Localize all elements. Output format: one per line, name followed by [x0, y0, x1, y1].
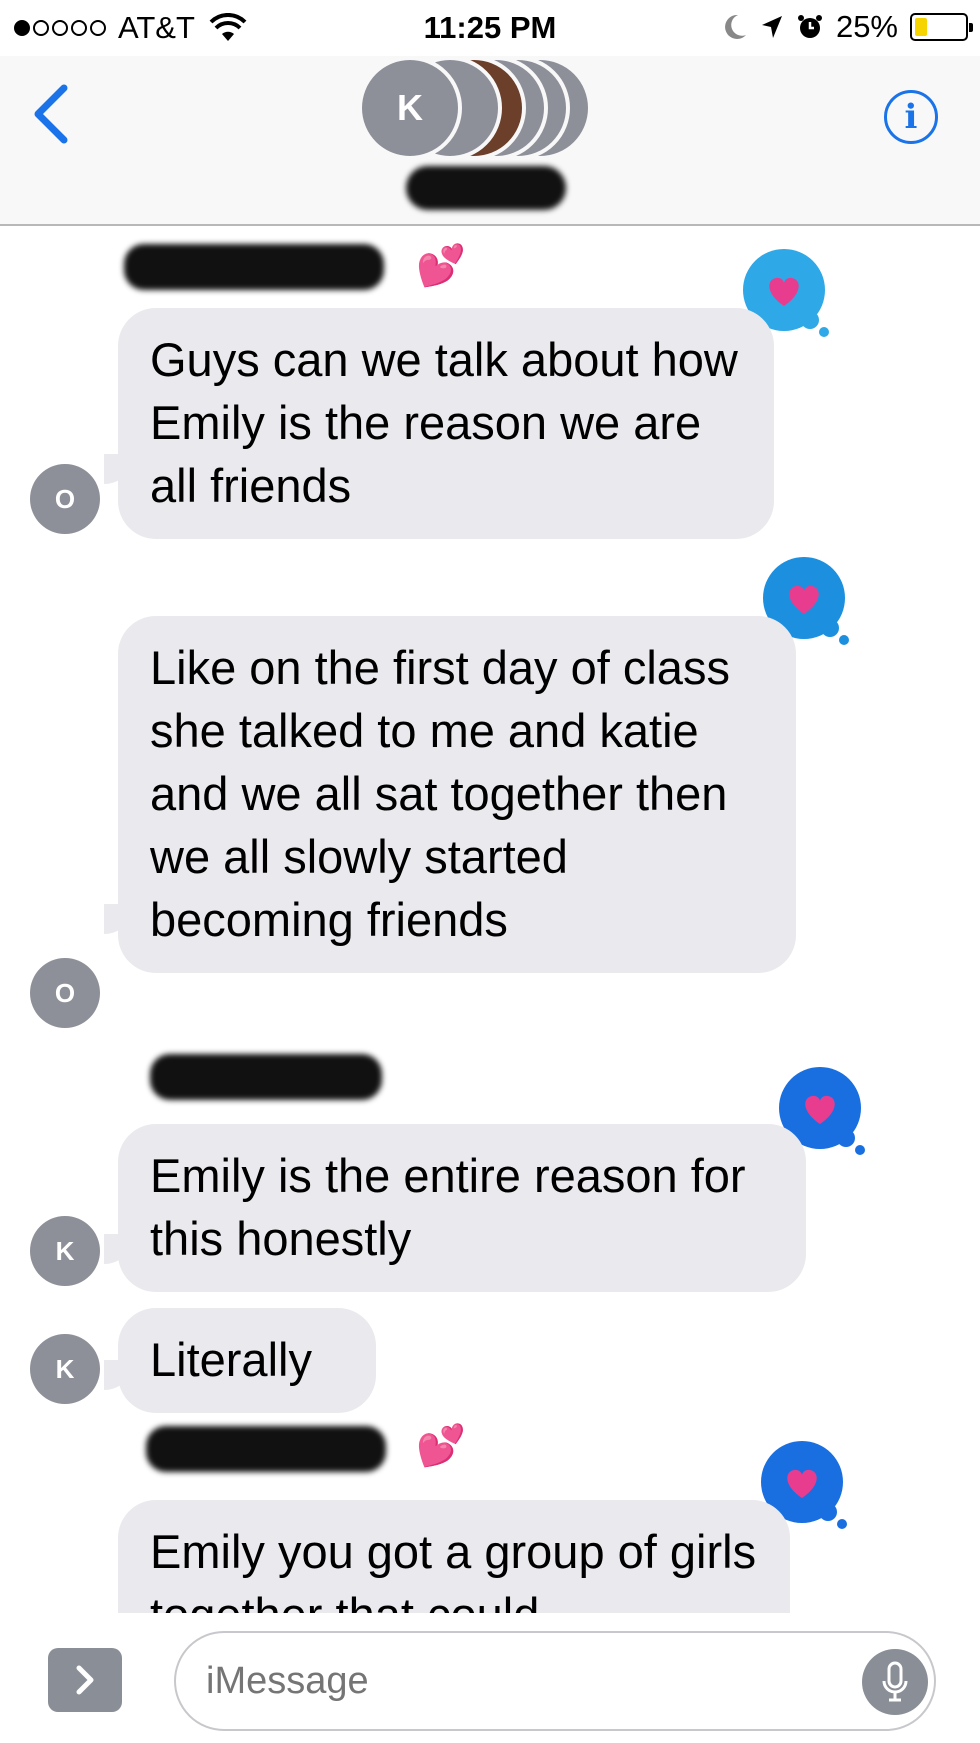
message-text: Guys can we talk about how Emily is the …: [150, 333, 738, 512]
signal-strength-icon: [14, 20, 106, 36]
avatar: K: [30, 1334, 100, 1404]
compose-bar: [0, 1613, 980, 1743]
info-icon[interactable]: i: [884, 90, 938, 144]
conversation-header: K i: [0, 56, 980, 226]
message-bubble[interactable]: Emily you got a group of girls together …: [118, 1500, 790, 1613]
sender-emoji: 💕: [416, 244, 466, 288]
battery-percent: 25%: [835, 9, 898, 44]
location-arrow-icon: [761, 16, 782, 38]
chevron-left-icon[interactable]: [26, 82, 76, 146]
message-bubble[interactable]: Literally: [118, 1308, 376, 1413]
chevron-right-glyph: [76, 1665, 94, 1695]
message-input[interactable]: [174, 1631, 936, 1731]
redacted-group-name: [406, 166, 566, 210]
status-left: AT&T: [14, 10, 247, 46]
message-text: Emily is the entire reason for this hone…: [150, 1149, 746, 1265]
carrier-name: AT&T: [118, 10, 195, 45]
group-avatar-stack[interactable]: K: [358, 56, 628, 166]
message-bubble[interactable]: Guys can we talk about how Emily is the …: [118, 308, 774, 539]
do-not-disturb-icon: [725, 14, 746, 39]
avatar: O: [30, 464, 100, 534]
redacted-sender-name: [124, 244, 384, 290]
message-list: 💕 Guys can we talk about how Emily is th…: [0, 228, 980, 1613]
message-bubble[interactable]: Emily is the entire reason for this hone…: [118, 1124, 806, 1292]
status-bar: AT&T 11:25 PM 25%: [0, 0, 980, 56]
redacted-sender-name: [146, 1426, 386, 1472]
avatar: K: [358, 56, 462, 160]
microphone-glyph: [882, 1661, 908, 1702]
wifi-icon: [209, 13, 247, 41]
battery-level-fill: [915, 18, 927, 36]
message-bubble[interactable]: Like on the first day of class she talke…: [118, 616, 796, 973]
status-right: 25%: [722, 9, 973, 45]
sender-emoji: 💕: [416, 1424, 466, 1468]
battery-icon: [910, 13, 973, 41]
microphone-icon[interactable]: [862, 1649, 928, 1715]
chevron-right-icon[interactable]: [48, 1648, 122, 1712]
message-text: Emily you got a group of girls together …: [150, 1525, 757, 1613]
message-text: Literally: [150, 1333, 312, 1386]
avatar: O: [30, 958, 100, 1028]
avatar: K: [30, 1216, 100, 1286]
message-text: Like on the first day of class she talke…: [150, 641, 730, 946]
redacted-sender-name: [150, 1054, 382, 1100]
alarm-icon: [797, 15, 822, 38]
